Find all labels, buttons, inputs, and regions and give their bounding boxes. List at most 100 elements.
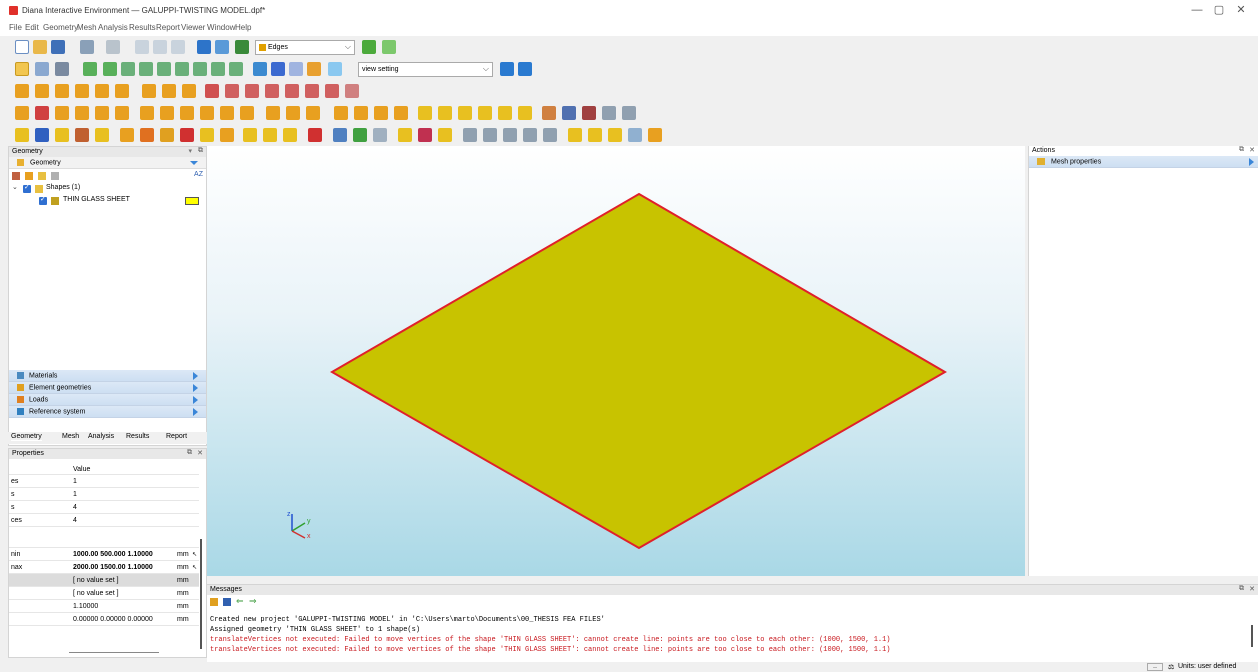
extrude-icon[interactable]	[140, 106, 154, 120]
mirror-icon[interactable]	[75, 106, 89, 120]
attribute-e-icon[interactable]	[95, 128, 109, 142]
view-settings-icon[interactable]	[500, 62, 514, 76]
float-icon[interactable]: ⧉	[1239, 146, 1244, 154]
imprint-icon[interactable]	[354, 106, 368, 120]
cylinder-icon[interactable]	[35, 84, 49, 98]
sheet-checkbox[interactable]	[39, 195, 47, 205]
properties-hscroll[interactable]	[69, 652, 159, 653]
units-label[interactable]: Units: user defined	[1178, 663, 1236, 670]
undo-icon[interactable]	[80, 40, 94, 54]
viewport-canvas[interactable]: z y x	[207, 146, 1025, 576]
attribute-b-icon[interactable]	[35, 128, 49, 142]
mesh-seed-icon[interactable]	[200, 128, 214, 142]
cone-icon[interactable]	[55, 84, 69, 98]
export-b-icon[interactable]	[588, 128, 602, 142]
scale-icon[interactable]	[55, 106, 69, 120]
delete-icon[interactable]	[171, 40, 185, 54]
expand-icon[interactable]: ⌄	[12, 183, 18, 191]
sphere-icon[interactable]	[115, 84, 129, 98]
select-edges-icon[interactable]	[38, 172, 46, 180]
result-a-icon[interactable]	[398, 128, 412, 142]
line-icon[interactable]	[205, 84, 219, 98]
clear-icon[interactable]	[210, 598, 218, 606]
property-row[interactable]: es 1	[9, 475, 199, 488]
property-row[interactable]: ces 4	[9, 514, 199, 527]
property-row[interactable]: 1.10000 mm	[9, 600, 199, 613]
loft-icon[interactable]	[200, 106, 214, 120]
tab-results[interactable]: Results	[126, 433, 149, 440]
polyline-icon[interactable]	[305, 84, 319, 98]
float-icon[interactable]: ⧉	[187, 449, 192, 457]
shape-b-icon[interactable]	[438, 106, 452, 120]
geometry-section-header[interactable]: Geometry	[9, 157, 206, 169]
maximize-button[interactable]: ▢	[1212, 4, 1226, 16]
mesh-view-icon[interactable]	[263, 128, 277, 142]
side-view-icon[interactable]	[211, 62, 225, 76]
menu-edit[interactable]: Edit	[25, 23, 39, 32]
mesh-gen-icon[interactable]	[243, 128, 257, 142]
properties-scrollbar[interactable]	[200, 539, 202, 649]
hollow-icon[interactable]	[394, 106, 408, 120]
property-row[interactable]: nax 2000.00 1500.00 1.10000 mm ↖	[9, 561, 199, 574]
circle-sheet-icon[interactable]	[162, 84, 176, 98]
array-icon[interactable]	[95, 106, 109, 120]
tool-a-icon[interactable]	[542, 106, 556, 120]
materials-section[interactable]: Materials	[9, 370, 206, 382]
tool-e-icon[interactable]	[622, 106, 636, 120]
wireframe-view-icon[interactable]	[35, 62, 49, 76]
spline-icon[interactable]	[285, 84, 299, 98]
menu-analysis[interactable]: Analysis	[98, 23, 128, 32]
attribute-a-icon[interactable]	[15, 128, 29, 142]
left-view-icon[interactable]	[157, 62, 171, 76]
thin-glass-sheet-shape[interactable]	[329, 192, 947, 550]
align-icon[interactable]	[115, 106, 129, 120]
arc-icon[interactable]	[225, 84, 239, 98]
view-manager-icon[interactable]	[518, 62, 532, 76]
property-row[interactable]: [ no value set ] mm	[9, 587, 199, 600]
layout-a-icon[interactable]	[463, 128, 477, 142]
result-b-icon[interactable]	[418, 128, 432, 142]
move-icon[interactable]	[15, 106, 29, 120]
3d-viewport[interactable]: z y x	[207, 146, 1025, 576]
filter-icon[interactable]: ▾	[188, 147, 192, 155]
mesh-properties-action[interactable]: Mesh properties	[1029, 156, 1258, 168]
tool-b-icon[interactable]	[562, 106, 576, 120]
shape-d-icon[interactable]	[478, 106, 492, 120]
union-icon[interactable]	[266, 106, 280, 120]
measure-icon[interactable]	[307, 62, 321, 76]
menu-results[interactable]: Results	[129, 23, 156, 32]
property-row[interactable]: s4	[9, 501, 199, 514]
element-geometries-section[interactable]: Element geometries	[9, 382, 206, 394]
query-icon[interactable]	[373, 128, 387, 142]
polygon-icon[interactable]	[325, 84, 339, 98]
open-folder-icon[interactable]	[33, 40, 47, 54]
loads-section[interactable]: Loads	[9, 394, 206, 406]
save-log-icon[interactable]	[223, 598, 231, 606]
layer-stack-icon[interactable]	[382, 40, 396, 54]
menu-geometry[interactable]: Geometry	[43, 23, 78, 32]
right-view-icon[interactable]	[175, 62, 189, 76]
export-a-icon[interactable]	[568, 128, 582, 142]
property-row[interactable]: 0.00000 0.00000 0.00000 mm	[9, 613, 199, 626]
menu-file[interactable]: File	[9, 23, 22, 32]
view-select-icon[interactable]	[215, 40, 229, 54]
tab-mesh[interactable]: Mesh	[62, 433, 79, 440]
front-view-icon[interactable]	[121, 62, 135, 76]
block-icon[interactable]	[15, 84, 29, 98]
iso-view-icon[interactable]	[83, 62, 97, 76]
tool-d-icon[interactable]	[602, 106, 616, 120]
polygon-sheet-icon[interactable]	[182, 84, 196, 98]
messages-scrollbar[interactable]	[1251, 625, 1253, 647]
layout-d-icon[interactable]	[523, 128, 537, 142]
tree-item-thin-glass-sheet[interactable]: THIN GLASS SHEET	[9, 195, 206, 207]
export-d-icon[interactable]	[628, 128, 642, 142]
ellipse-icon[interactable]	[265, 84, 279, 98]
top-view-icon[interactable]	[103, 62, 117, 76]
mesh-prop-icon[interactable]	[220, 128, 234, 142]
rotate-icon[interactable]	[271, 62, 285, 76]
result-c-icon[interactable]	[438, 128, 452, 142]
layout-e-icon[interactable]	[543, 128, 557, 142]
project-icon[interactable]	[374, 106, 388, 120]
pin-icon[interactable]	[353, 128, 367, 142]
shape-c-icon[interactable]	[458, 106, 472, 120]
